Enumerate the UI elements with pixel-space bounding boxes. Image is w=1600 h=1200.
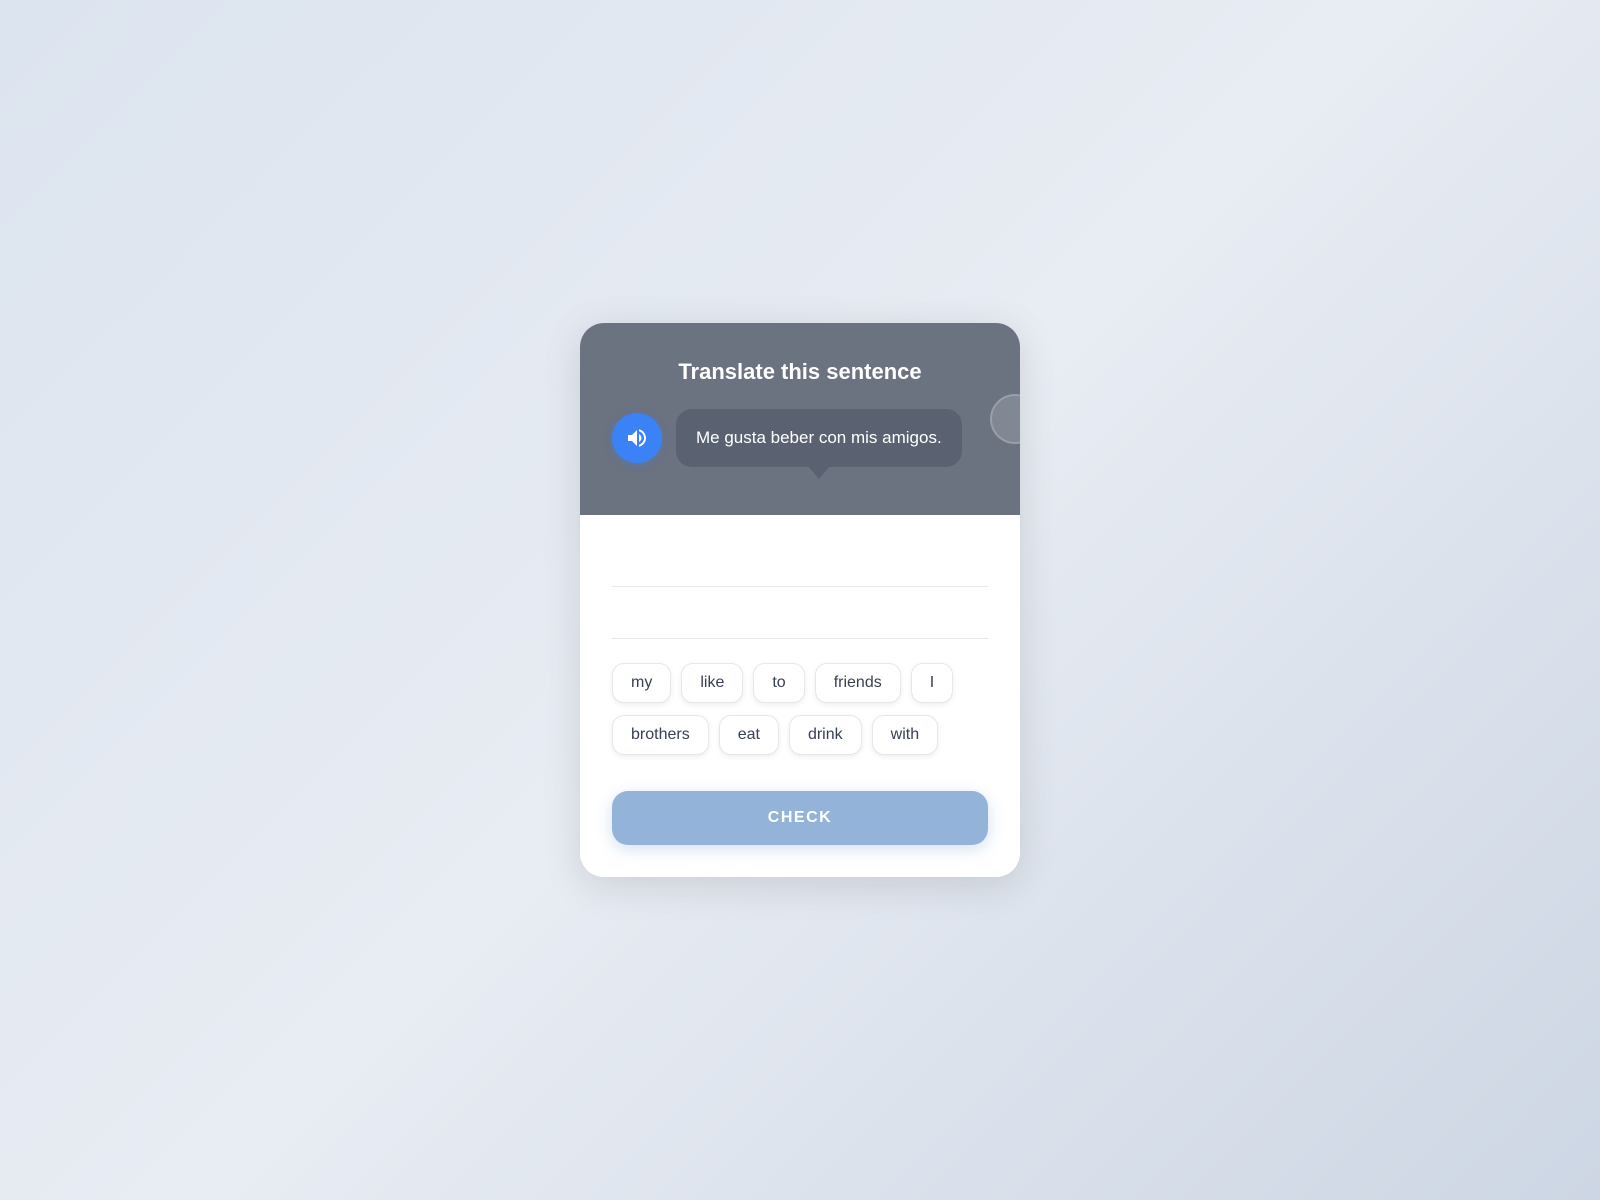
main-card: Translate this sentence Me gusta beber c… <box>580 323 1020 877</box>
card-body: my like to friends I brothers eat drink … <box>580 515 1020 877</box>
word-row-2: brothers eat drink with <box>612 715 988 755</box>
check-button[interactable]: CHECK <box>612 791 988 845</box>
speaker-icon <box>625 426 649 450</box>
word-options: my like to friends I brothers eat drink … <box>612 663 988 755</box>
word-chip-like[interactable]: like <box>681 663 743 703</box>
word-chip-drink[interactable]: drink <box>789 715 862 755</box>
card-header: Translate this sentence Me gusta beber c… <box>580 323 1020 515</box>
answer-line-2 <box>612 591 988 639</box>
speaker-button[interactable] <box>612 413 662 463</box>
card-title: Translate this sentence <box>612 359 988 385</box>
word-chip-eat[interactable]: eat <box>719 715 779 755</box>
speech-bubble: Me gusta beber con mis amigos. <box>676 409 962 467</box>
word-chip-my[interactable]: my <box>612 663 671 703</box>
word-row-1: my like to friends I <box>612 663 988 703</box>
sentence-text: Me gusta beber con mis amigos. <box>696 428 942 447</box>
word-chip-brothers[interactable]: brothers <box>612 715 709 755</box>
circle-decoration <box>990 394 1020 444</box>
answer-line-1 <box>612 539 988 587</box>
word-chip-friends[interactable]: friends <box>815 663 901 703</box>
word-chip-to[interactable]: to <box>753 663 804 703</box>
word-chip-i[interactable]: I <box>911 663 953 703</box>
answer-lines <box>612 539 988 639</box>
word-chip-with[interactable]: with <box>872 715 938 755</box>
speech-bubble-area: Me gusta beber con mis amigos. <box>612 409 988 467</box>
